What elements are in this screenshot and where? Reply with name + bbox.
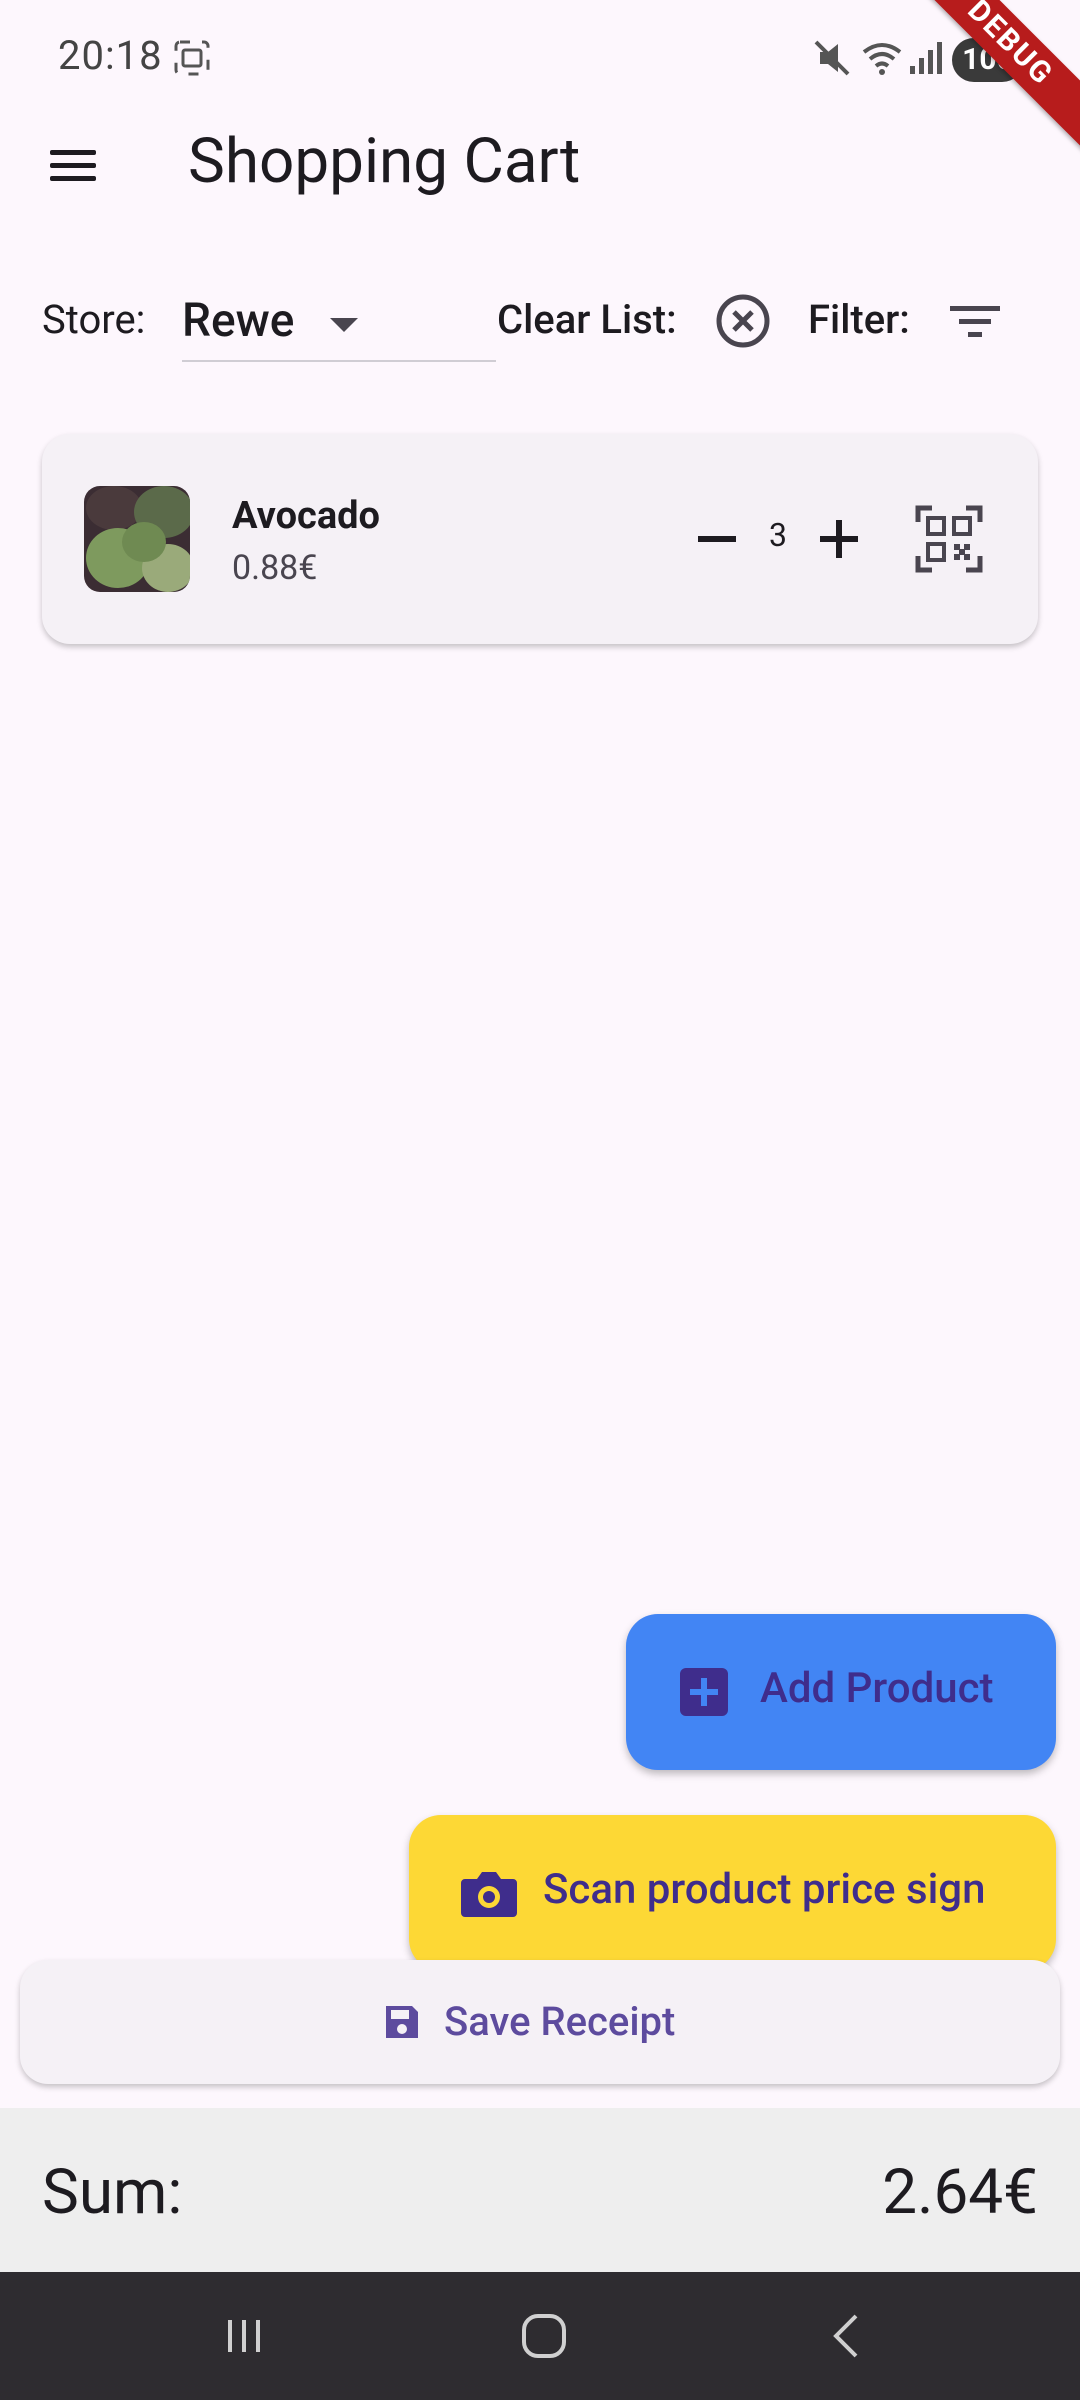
dropdown-arrow-icon [330,318,358,332]
sum-value: 2.64€ [882,2156,1038,2229]
store-dropdown[interactable]: Rewe [182,280,496,362]
sum-bar: Sum: 2.64€ [0,2108,1080,2272]
qr-code-scan-icon[interactable] [914,504,984,574]
product-price: 0.88€ [232,548,318,588]
product-image [84,486,190,592]
cart-toolbar: Store: Rewe Clear List: Filter: [0,270,1080,370]
filter-icon[interactable] [948,296,1002,346]
add-box-icon [680,1668,728,1716]
menu-icon-bar [50,176,96,181]
home-icon[interactable] [514,2306,574,2366]
menu-icon-bar [50,150,96,155]
scan-price-sign-button[interactable]: Scan product price sign [409,1815,1056,1971]
store-label: Store: [42,296,146,343]
wifi-icon [862,43,902,75]
screenshot-icon [174,40,210,76]
save-receipt-label: Save Receipt [444,1998,676,2045]
quantity-value: 3 [769,516,787,554]
clear-list-icon[interactable] [714,292,772,350]
sum-label: Sum: [42,2156,183,2229]
status-bar: 20:18 100 [0,0,1080,120]
save-icon [386,2006,418,2038]
filter-label: Filter: [808,296,910,343]
product-name: Avocado [232,494,380,538]
add-product-label: Add Product [760,1664,994,1713]
menu-icon-bar [50,163,96,168]
signal-icon [910,42,942,74]
add-product-button[interactable]: Add Product [626,1614,1056,1770]
save-receipt-button[interactable]: Save Receipt [20,1960,1060,2084]
cart-item-card[interactable]: Avocado 0.88€ 3 [42,434,1038,644]
recent-apps-icon[interactable] [214,2306,274,2366]
mute-icon [814,40,850,76]
camera-icon [461,1872,517,1917]
page-title: Shopping Cart [188,125,581,198]
increase-quantity-button[interactable] [814,514,864,564]
navigation-bar [0,2272,1080,2400]
store-selected-value: Rewe [182,294,295,348]
scan-price-sign-label: Scan product price sign [543,1865,986,1914]
clear-list-label: Clear List: [497,296,677,343]
decrease-quantity-button[interactable] [692,514,742,564]
app-bar: Shopping Cart [0,110,1080,220]
back-icon[interactable] [818,2306,878,2366]
menu-button[interactable] [40,135,106,195]
status-time: 20:18 [58,32,163,79]
